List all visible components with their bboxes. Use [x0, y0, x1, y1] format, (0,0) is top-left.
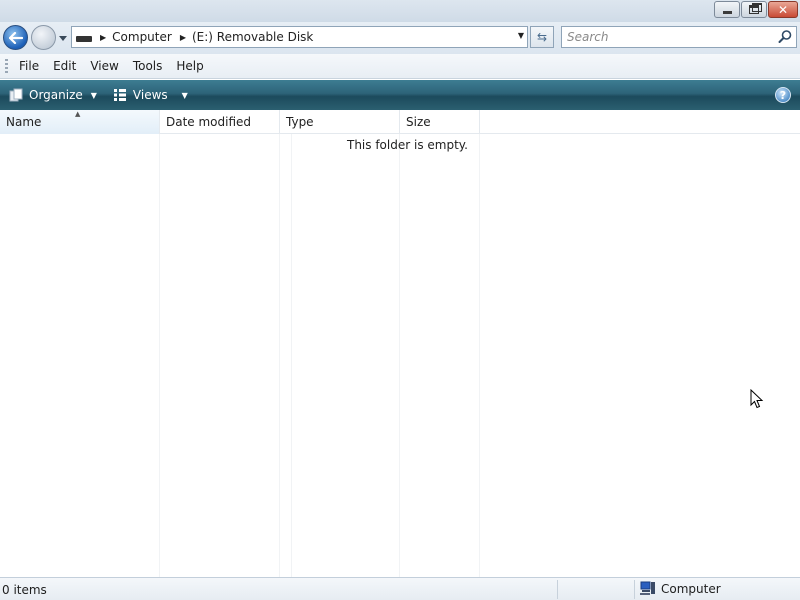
organize-icon	[9, 88, 23, 102]
search-box	[561, 26, 797, 48]
views-button[interactable]: Views ▼	[113, 88, 188, 102]
column-divider	[279, 134, 280, 577]
mouse-cursor-icon	[750, 389, 764, 409]
minimize-button[interactable]	[714, 1, 740, 18]
views-label: Views	[132, 88, 168, 102]
column-divider	[159, 134, 160, 577]
column-header-date-label: Date modified	[166, 115, 252, 129]
command-bar: Organize ▼ Views ▼ ?	[0, 80, 800, 110]
search-icon[interactable]	[777, 29, 793, 45]
drive-icon	[76, 36, 92, 42]
refresh-icon: ⇆	[536, 30, 548, 44]
column-header-type-label: Type	[286, 115, 314, 129]
help-icon: ?	[779, 88, 787, 102]
status-location-label: Computer	[661, 581, 721, 596]
empty-folder-message: This folder is empty.	[347, 138, 468, 152]
column-header-date-modified[interactable]: Date modified	[160, 110, 280, 134]
breadcrumb-separator-icon[interactable]: ▶	[180, 33, 186, 42]
column-header-size[interactable]: Size	[400, 110, 480, 134]
column-divider	[291, 134, 292, 577]
forward-button[interactable]	[31, 25, 56, 50]
minimize-icon	[722, 11, 732, 14]
column-header-name[interactable]: ▲ Name	[0, 110, 160, 134]
organize-label: Organize	[29, 88, 83, 102]
menu-help[interactable]: Help	[176, 59, 203, 73]
restore-icon	[749, 3, 762, 14]
item-count: 0 items	[2, 583, 47, 597]
search-input[interactable]	[562, 27, 762, 47]
menu-view[interactable]: View	[90, 59, 118, 73]
column-header-name-label: Name	[6, 115, 42, 129]
status-bar: 0 items Computer	[0, 577, 800, 600]
breadcrumb-computer[interactable]: Computer	[112, 30, 172, 44]
toolbar-grip[interactable]	[5, 59, 8, 74]
menu-file[interactable]: File	[19, 59, 39, 73]
column-header-size-label: Size	[406, 115, 431, 129]
back-button[interactable]	[3, 25, 28, 50]
refresh-button[interactable]: ⇆	[530, 26, 554, 48]
breadcrumb-removable-disk[interactable]: (E:) Removable Disk	[192, 30, 313, 44]
file-list[interactable]: This folder is empty.	[0, 134, 800, 577]
menu-tools[interactable]: Tools	[133, 59, 163, 73]
views-icon	[113, 89, 126, 101]
help-button[interactable]: ?	[775, 87, 791, 103]
column-divider	[479, 134, 480, 577]
chevron-down-icon: ▼	[181, 90, 188, 100]
column-header-type[interactable]: Type	[280, 110, 400, 134]
close-button[interactable]: ✕	[768, 1, 798, 18]
arrow-left-icon	[8, 31, 23, 44]
sort-ascending-icon: ▲	[75, 110, 81, 118]
close-icon: ✕	[777, 2, 789, 17]
menu-bar: File Edit View Tools Help	[0, 54, 800, 79]
restore-button[interactable]	[741, 1, 767, 18]
status-divider	[634, 580, 635, 599]
address-bar[interactable]: ▶ Computer ▶ (E:) Removable Disk ▼	[71, 26, 528, 48]
address-dropdown-icon[interactable]: ▼	[518, 31, 524, 40]
chevron-down-icon	[59, 35, 67, 41]
computer-icon	[640, 581, 655, 595]
column-headers: ▲ Name Date modified Type Size	[0, 110, 800, 134]
recent-pages-button[interactable]	[58, 33, 68, 43]
title-bar: ✕	[0, 0, 800, 22]
navigation-bar: ▶ Computer ▶ (E:) Removable Disk ▼ ⇆	[0, 22, 800, 54]
status-location: Computer	[640, 581, 721, 596]
breadcrumb-separator-icon[interactable]: ▶	[100, 33, 106, 42]
organize-button[interactable]: Organize ▼	[9, 88, 97, 102]
column-divider	[399, 134, 400, 577]
menu-edit[interactable]: Edit	[53, 59, 76, 73]
chevron-down-icon: ▼	[90, 90, 97, 100]
window-controls: ✕	[714, 1, 798, 18]
status-divider	[557, 580, 558, 599]
